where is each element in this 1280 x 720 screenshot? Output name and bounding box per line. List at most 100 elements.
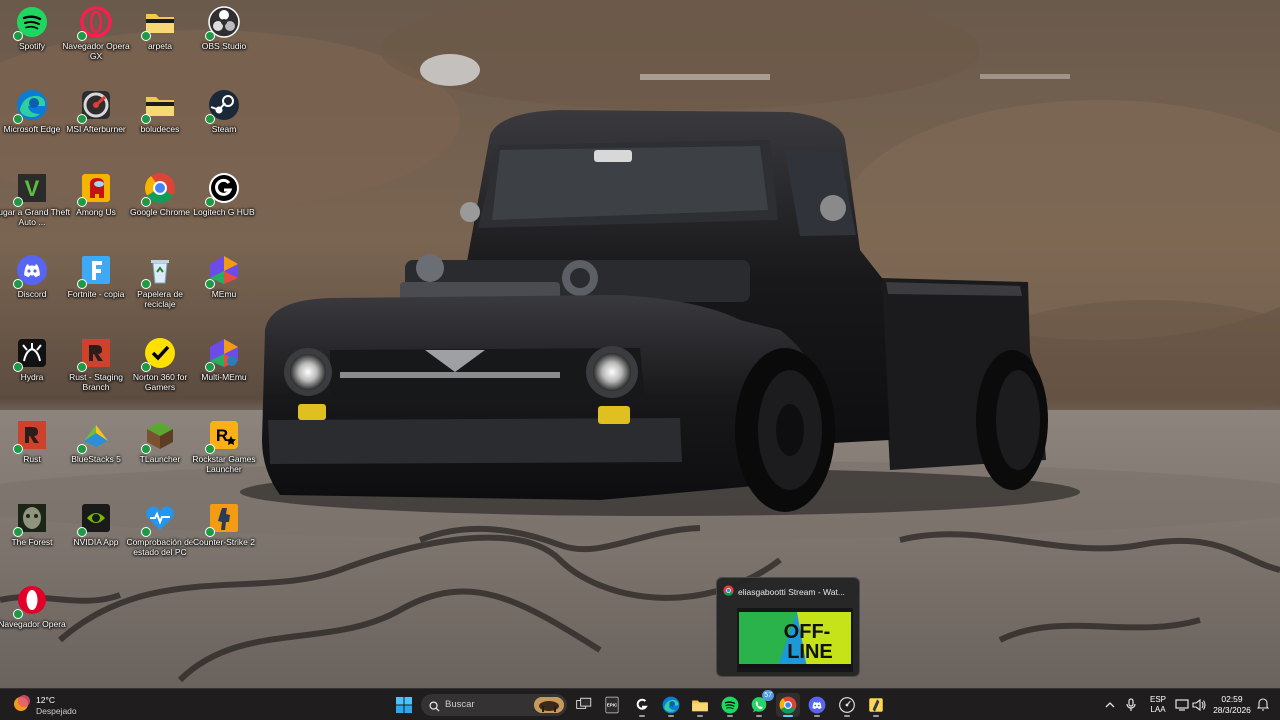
sync-status-icon xyxy=(77,197,87,207)
steam-overlay-icon xyxy=(838,696,856,714)
desktop-icon-boludeces[interactable]: boludeces xyxy=(128,85,192,165)
taskbar-discord-button[interactable] xyxy=(805,693,829,717)
desktop-icon-arpeta[interactable]: arpeta xyxy=(128,2,192,82)
running-indicator xyxy=(873,715,879,717)
desktop-icon-papelera-de-reciclaje[interactable]: Papelera de reciclaje xyxy=(128,250,192,330)
desktop-icon-jugar-a-grand-theft-auto[interactable]: V Jugar a Grand Theft Auto ... xyxy=(0,168,70,248)
obs-icon xyxy=(205,6,240,41)
desktop-icon-logitech-g-hub[interactable]: Logitech G HUB xyxy=(192,168,256,248)
desktop-icon-label: Rockstar Games Launcher xyxy=(192,454,256,474)
desktop-icon-rockstar-games-launcher[interactable]: R Rockstar Games Launcher xyxy=(192,415,256,495)
opera-gx-icon xyxy=(77,6,112,41)
folder-icon xyxy=(141,89,176,124)
microphone-icon[interactable] xyxy=(1125,698,1137,717)
discord-icon xyxy=(808,696,826,714)
sync-status-icon xyxy=(13,362,23,372)
sync-status-icon xyxy=(141,362,151,372)
rust-icon xyxy=(13,419,48,454)
running-indicator xyxy=(668,715,674,717)
running-indicator xyxy=(756,715,762,717)
running-indicator xyxy=(844,715,850,717)
weather-icon xyxy=(12,693,32,718)
desktop-icon-navegador-opera[interactable]: Navegador Opera xyxy=(0,580,66,660)
desktop-icon-tlauncher[interactable]: TLauncher xyxy=(128,415,192,495)
weather-condition: Despejado xyxy=(36,705,77,716)
rust-icon xyxy=(77,337,112,372)
start-button[interactable] xyxy=(392,693,416,717)
desktop-icon-fortnite-copia[interactable]: Fortnite - copia xyxy=(64,250,128,330)
notifications-icon[interactable] xyxy=(1256,697,1270,716)
taskbar-task-view-button[interactable] xyxy=(572,693,596,717)
recycle-bin-icon xyxy=(141,254,176,289)
desktop-icon-microsoft-edge[interactable]: Microsoft Edge xyxy=(0,85,64,165)
running-indicator xyxy=(697,715,703,717)
desktop-icon-google-chrome[interactable]: Google Chrome xyxy=(128,168,192,248)
taskbar-spotify-button[interactable] xyxy=(718,693,742,717)
chrome-icon xyxy=(723,583,734,601)
search-placeholder: Buscar xyxy=(445,699,475,710)
logitech-icon xyxy=(633,696,651,714)
desktop-icon-among-us[interactable]: Among Us xyxy=(64,168,128,248)
desktop-icon-the-forest[interactable]: The Forest xyxy=(0,498,64,578)
desktop-icon-counter-strike-2[interactable]: Counter-Strike 2 xyxy=(192,498,256,578)
keyboard-layout: LAA xyxy=(1150,705,1166,714)
desktop-icon-obs-studio[interactable]: OBS Studio xyxy=(192,2,256,82)
sync-status-icon xyxy=(205,362,215,372)
notification-badge: 57 xyxy=(762,690,774,701)
system-clock[interactable]: 02:59 28/3/2026 xyxy=(1212,694,1252,716)
desktop-icon-label: MEmu xyxy=(211,289,237,299)
desktop-icon-rust[interactable]: Rust xyxy=(0,415,64,495)
volume-icon[interactable] xyxy=(1192,698,1206,716)
desktop-icon-rust-staging-branch[interactable]: Rust - Staging Branch xyxy=(64,333,128,413)
svg-text:EPIC: EPIC xyxy=(607,703,618,708)
running-indicator xyxy=(814,715,820,717)
fortnite-icon xyxy=(77,254,112,289)
epic-games-icon: EPIC xyxy=(603,696,621,714)
taskbar: 12°C Despejado Buscar EPIC 57 ESP LAA 02… xyxy=(0,688,1280,720)
sync-status-icon xyxy=(205,279,215,289)
desktop-icon-nvidia-app[interactable]: NVIDIA App xyxy=(64,498,128,578)
app-icon xyxy=(867,696,885,714)
desktop-icon-navegador-opera-gx[interactable]: Navegador Opera GX xyxy=(62,2,130,82)
memu-icon xyxy=(205,254,240,289)
desktop-icon-multi-memu[interactable]: Multi-MEmu xyxy=(192,333,256,413)
sync-status-icon xyxy=(141,114,151,124)
taskbar-file-explorer-button[interactable] xyxy=(688,693,712,717)
desktop-icon-memu[interactable]: MEmu xyxy=(192,250,256,330)
taskbar-window-preview[interactable]: eliasgabootti Stream - Wat... OFF- LINE xyxy=(716,577,860,677)
taskbar-chrome-button[interactable] xyxy=(776,693,800,717)
chrome-icon xyxy=(779,696,797,714)
msi-afterburner-icon xyxy=(77,89,112,124)
network-icon[interactable] xyxy=(1175,698,1189,716)
taskbar-logitech-button[interactable] xyxy=(630,693,654,717)
sync-status-icon xyxy=(13,279,23,289)
edge-icon xyxy=(13,89,48,124)
taskbar-app-button[interactable] xyxy=(864,693,888,717)
desktop-icon-norton-360-for-gamers[interactable]: Norton 360 for Gamers xyxy=(128,333,192,413)
taskbar-whatsapp-button[interactable]: 57 xyxy=(747,690,774,717)
show-hidden-icons-button[interactable] xyxy=(1104,698,1116,716)
desktop-icon-discord[interactable]: Discord xyxy=(0,250,64,330)
hydra-icon xyxy=(13,337,48,372)
sync-status-icon xyxy=(13,197,23,207)
language-indicator[interactable]: ESP LAA xyxy=(1150,695,1166,715)
language-code: ESP xyxy=(1150,695,1167,704)
taskbar-steam-overlay-button[interactable] xyxy=(835,693,859,717)
clock-time: 02:59 xyxy=(1221,694,1243,704)
the-forest-icon xyxy=(13,502,48,537)
desktop-icon-steam[interactable]: Steam xyxy=(192,85,256,165)
taskbar-search[interactable]: Buscar xyxy=(421,694,567,716)
desktop-icon-comprobaci-n-de-estado-del-pc[interactable]: Comprobación de estado del PC xyxy=(126,498,194,578)
sync-status-icon xyxy=(141,197,151,207)
desktop-icon-bluestacks-5[interactable]: BlueStacks 5 xyxy=(64,415,128,495)
tlauncher-icon xyxy=(141,419,176,454)
desktop-icon-hydra[interactable]: Hydra xyxy=(0,333,64,413)
cs2-icon xyxy=(205,502,240,537)
weather-widget[interactable]: 12°C Despejado xyxy=(12,693,77,718)
taskbar-edge-button[interactable] xyxy=(659,693,683,717)
taskbar-epic-games-button[interactable]: EPIC xyxy=(600,693,624,717)
search-icon xyxy=(429,699,440,717)
nvidia-icon xyxy=(77,502,112,537)
desktop-icon-spotify[interactable]: Spotify xyxy=(0,2,64,82)
desktop-icon-msi-afterburner[interactable]: MSI Afterburner xyxy=(64,85,128,165)
